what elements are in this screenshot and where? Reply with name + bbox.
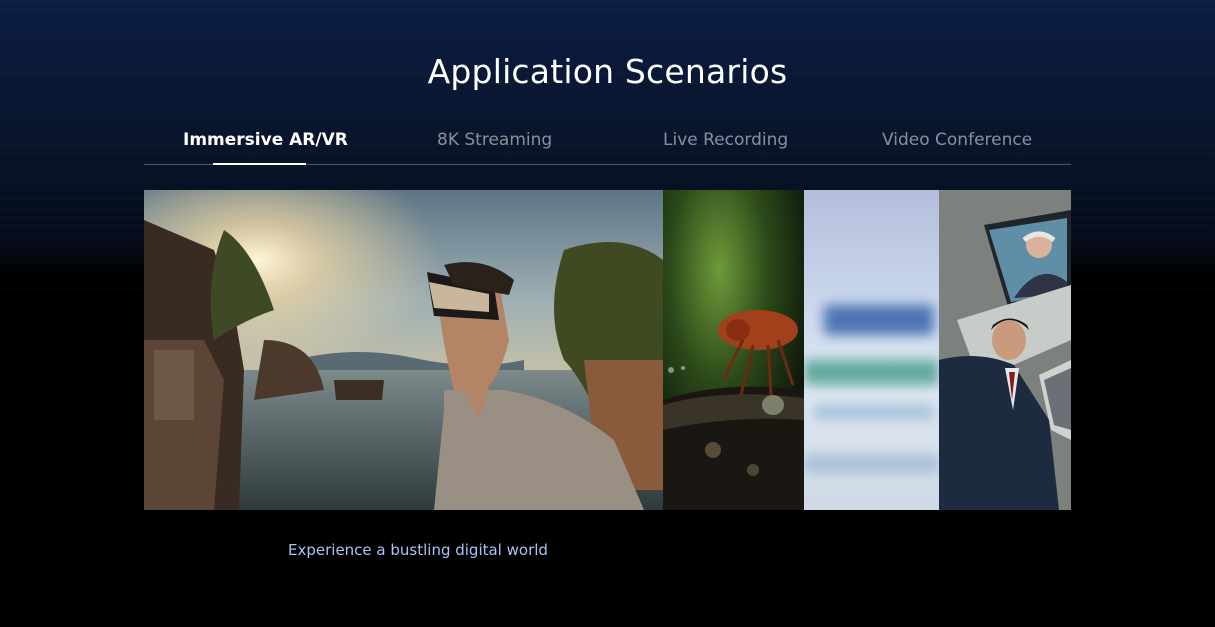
tab-video-conference[interactable]: Video Conference [882, 130, 1032, 150]
tab-immersive-ar-vr[interactable]: Immersive AR/VR [183, 130, 348, 150]
tab-8k-streaming[interactable]: 8K Streaming [437, 130, 552, 150]
scenario-image-carousel [144, 190, 1071, 510]
application-scenarios-section: Application Scenarios Immersive AR/VR 8K… [0, 0, 1215, 627]
tab-live-recording[interactable]: Live Recording [663, 130, 788, 150]
active-tab-indicator [213, 163, 306, 165]
vr-lake-image[interactable] [144, 190, 663, 510]
section-title: Application Scenarios [427, 52, 788, 91]
scenario-caption: Experience a bustling digital world [288, 541, 548, 559]
blurred-screen-image[interactable] [804, 190, 939, 510]
scenario-tab-bar: Immersive AR/VR 8K Streaming Live Record… [144, 122, 1071, 165]
business-video-call-image[interactable] [939, 190, 1071, 510]
ant-macro-image[interactable] [663, 190, 804, 510]
